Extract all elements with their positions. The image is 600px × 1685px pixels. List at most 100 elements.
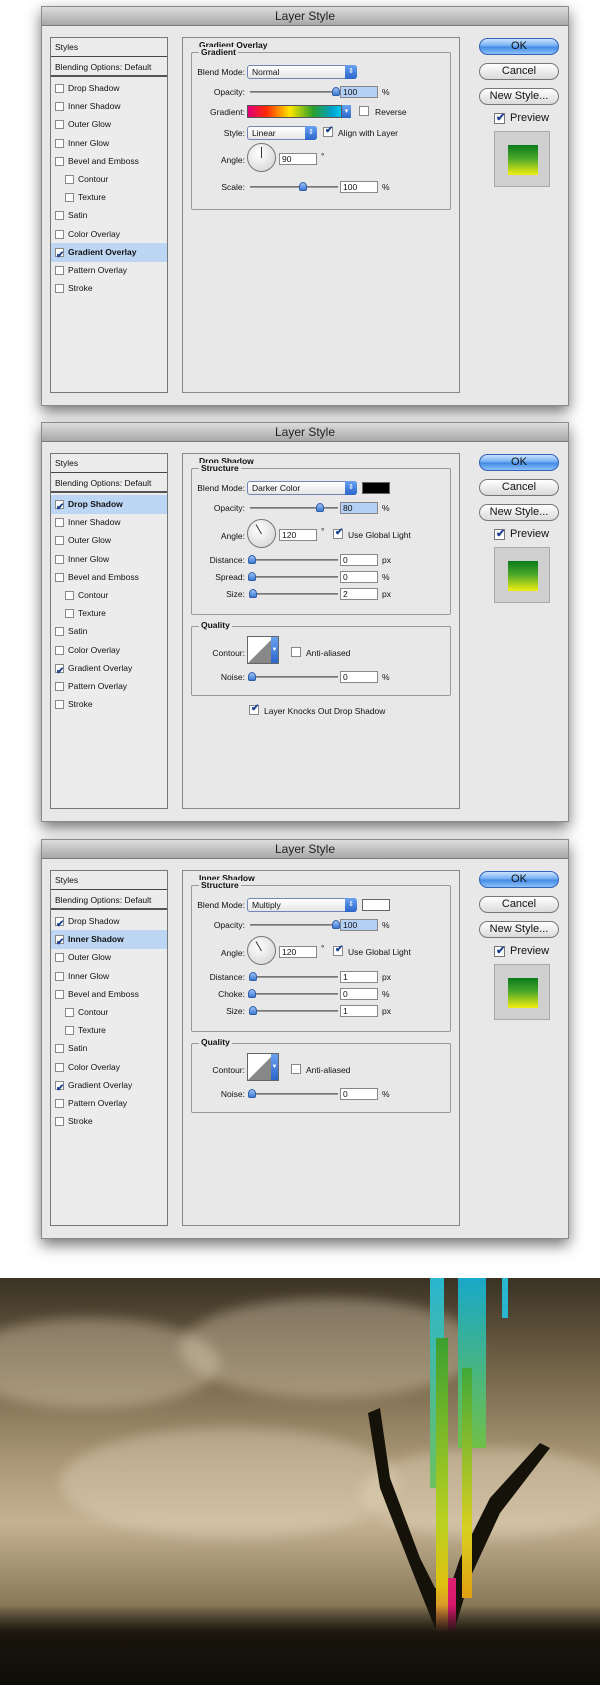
sidebar-checkbox-texture[interactable] bbox=[65, 193, 74, 203]
choke-input[interactable]: 0 bbox=[340, 988, 378, 1000]
sidebar-checkbox-color-overlay[interactable] bbox=[55, 1062, 64, 1072]
sidebar-checkbox-texture[interactable] bbox=[65, 1026, 74, 1036]
use-global-light-checkbox[interactable] bbox=[333, 944, 343, 956]
sidebar-item-inner-shadow[interactable]: Inner Shadow bbox=[51, 513, 167, 532]
sidebar-checkbox-contour[interactable] bbox=[65, 1008, 74, 1017]
angle-input[interactable]: 90 bbox=[279, 153, 317, 165]
opacity-input[interactable]: 100 bbox=[340, 86, 378, 98]
noise-slider[interactable] bbox=[248, 1089, 338, 1098]
style-select[interactable]: Linear ⇕ bbox=[247, 126, 317, 140]
sidebar-item-inner-shadow[interactable]: Inner Shadow bbox=[51, 930, 167, 952]
align-with-layer-checkbox[interactable] bbox=[323, 125, 333, 137]
gradient-picker[interactable] bbox=[247, 105, 342, 118]
sidebar-checkbox-inner-shadow[interactable] bbox=[55, 933, 64, 952]
slider-thumb[interactable] bbox=[248, 572, 256, 581]
sidebar-checkbox-outer-glow[interactable] bbox=[55, 120, 64, 130]
sidebar-checkbox-inner-glow[interactable] bbox=[55, 138, 64, 148]
preview-checkbox[interactable] bbox=[494, 944, 505, 957]
sidebar-item-inner-glow[interactable]: Inner Glow bbox=[51, 967, 167, 986]
cancel-button[interactable]: Cancel bbox=[479, 896, 559, 913]
sidebar-item-color-overlay[interactable]: Color Overlay bbox=[51, 225, 167, 244]
preview-checkbox[interactable] bbox=[494, 111, 505, 124]
slider-thumb[interactable] bbox=[248, 1089, 256, 1098]
contour-picker[interactable]: ▼ bbox=[247, 636, 279, 664]
opacity-slider[interactable] bbox=[250, 503, 338, 512]
sidebar-item-texture[interactable]: Texture bbox=[51, 604, 167, 623]
sidebar-item-gradient-overlay[interactable]: Gradient Overlay bbox=[51, 659, 167, 681]
slider-thumb[interactable] bbox=[249, 1006, 257, 1015]
sidebar-item-satin[interactable]: Satin bbox=[51, 622, 167, 641]
sidebar-item-pattern-overlay[interactable]: Pattern Overlay bbox=[51, 261, 167, 280]
distance-slider[interactable] bbox=[248, 555, 338, 564]
sidebar-blending-options[interactable]: Blending Options: Default bbox=[51, 58, 167, 77]
anti-aliased-checkbox[interactable] bbox=[291, 647, 301, 657]
sidebar-checkbox-inner-shadow[interactable] bbox=[55, 518, 64, 528]
sidebar-checkbox-outer-glow[interactable] bbox=[55, 953, 64, 963]
angle-input[interactable]: 120 bbox=[279, 529, 317, 541]
sidebar-checkbox-pattern-overlay[interactable] bbox=[55, 682, 64, 691]
sidebar-checkbox-stroke[interactable] bbox=[55, 284, 64, 294]
sidebar-checkbox-outer-glow[interactable] bbox=[55, 536, 64, 546]
opacity-slider[interactable] bbox=[250, 87, 340, 96]
sidebar-item-color-overlay[interactable]: Color Overlay bbox=[51, 641, 167, 660]
sidebar-checkbox-pattern-overlay[interactable] bbox=[55, 266, 64, 275]
sidebar-item-gradient-overlay[interactable]: Gradient Overlay bbox=[51, 242, 167, 265]
sidebar-item-outer-glow[interactable]: Outer Glow bbox=[51, 531, 167, 550]
ok-button[interactable]: OK bbox=[479, 871, 559, 888]
sidebar-checkbox-inner-shadow[interactable] bbox=[55, 102, 64, 112]
sidebar-checkbox-gradient-overlay[interactable] bbox=[55, 1079, 64, 1098]
size-input[interactable]: 1 bbox=[340, 1005, 378, 1017]
sidebar-item-bevel-and-emboss[interactable]: Bevel and Emboss bbox=[51, 985, 167, 1004]
ok-button[interactable]: OK bbox=[479, 454, 559, 471]
sidebar-item-gradient-overlay[interactable]: Gradient Overlay bbox=[51, 1076, 167, 1098]
sidebar-checkbox-texture[interactable] bbox=[65, 609, 74, 619]
spread-input[interactable]: 0 bbox=[340, 571, 378, 583]
spread-slider[interactable] bbox=[248, 572, 338, 581]
reverse-checkbox[interactable] bbox=[359, 106, 369, 116]
sidebar-checkbox-stroke[interactable] bbox=[55, 700, 64, 710]
sidebar-checkbox-drop-shadow[interactable] bbox=[55, 498, 64, 517]
sidebar-checkbox-inner-glow[interactable] bbox=[55, 554, 64, 564]
slider-thumb[interactable] bbox=[249, 589, 257, 598]
sidebar-blending-options[interactable]: Blending Options: Default bbox=[51, 891, 167, 910]
sidebar-item-stroke[interactable]: Stroke bbox=[51, 279, 167, 298]
sidebar-checkbox-contour[interactable] bbox=[65, 591, 74, 600]
noise-input[interactable]: 0 bbox=[340, 671, 378, 683]
sidebar-checkbox-satin[interactable] bbox=[55, 211, 64, 221]
preview-checkbox[interactable] bbox=[494, 527, 505, 540]
sidebar-item-bevel-and-emboss[interactable]: Bevel and Emboss bbox=[51, 152, 167, 171]
sidebar-item-outer-glow[interactable]: Outer Glow bbox=[51, 115, 167, 134]
sidebar-item-inner-shadow[interactable]: Inner Shadow bbox=[51, 97, 167, 116]
slider-thumb[interactable] bbox=[248, 555, 256, 564]
opacity-input[interactable]: 100 bbox=[340, 919, 378, 931]
sidebar-item-drop-shadow[interactable]: Drop Shadow bbox=[51, 912, 167, 934]
sidebar-checkbox-inner-glow[interactable] bbox=[55, 971, 64, 981]
new-style-button[interactable]: New Style... bbox=[479, 504, 559, 521]
slider-thumb[interactable] bbox=[249, 972, 257, 981]
opacity-slider[interactable] bbox=[250, 920, 340, 929]
shadow-color-swatch[interactable] bbox=[362, 482, 390, 494]
sidebar-item-outer-glow[interactable]: Outer Glow bbox=[51, 948, 167, 967]
sidebar-item-bevel-and-emboss[interactable]: Bevel and Emboss bbox=[51, 568, 167, 587]
sidebar-styles-header[interactable]: Styles bbox=[51, 454, 167, 473]
size-slider[interactable] bbox=[249, 1006, 338, 1015]
sidebar-item-inner-glow[interactable]: Inner Glow bbox=[51, 134, 167, 153]
sidebar-item-inner-glow[interactable]: Inner Glow bbox=[51, 550, 167, 569]
sidebar-checkbox-gradient-overlay[interactable] bbox=[55, 662, 64, 681]
distance-slider[interactable] bbox=[249, 972, 338, 981]
ok-button[interactable]: OK bbox=[479, 38, 559, 55]
angle-dial[interactable] bbox=[247, 519, 276, 548]
sidebar-item-stroke[interactable]: Stroke bbox=[51, 1112, 167, 1131]
new-style-button[interactable]: New Style... bbox=[479, 921, 559, 938]
scale-input[interactable]: 100 bbox=[340, 181, 378, 193]
distance-input[interactable]: 0 bbox=[340, 554, 378, 566]
sidebar-item-contour[interactable]: Contour bbox=[51, 1003, 167, 1022]
slider-thumb[interactable] bbox=[332, 87, 340, 96]
angle-input[interactable]: 120 bbox=[279, 946, 317, 958]
contour-picker[interactable]: ▼ bbox=[247, 1053, 279, 1081]
choke-slider[interactable] bbox=[248, 989, 338, 998]
noise-slider[interactable] bbox=[248, 672, 338, 681]
angle-dial[interactable] bbox=[247, 143, 276, 172]
sidebar-item-texture[interactable]: Texture bbox=[51, 188, 167, 207]
sidebar-checkbox-drop-shadow[interactable] bbox=[55, 915, 64, 934]
